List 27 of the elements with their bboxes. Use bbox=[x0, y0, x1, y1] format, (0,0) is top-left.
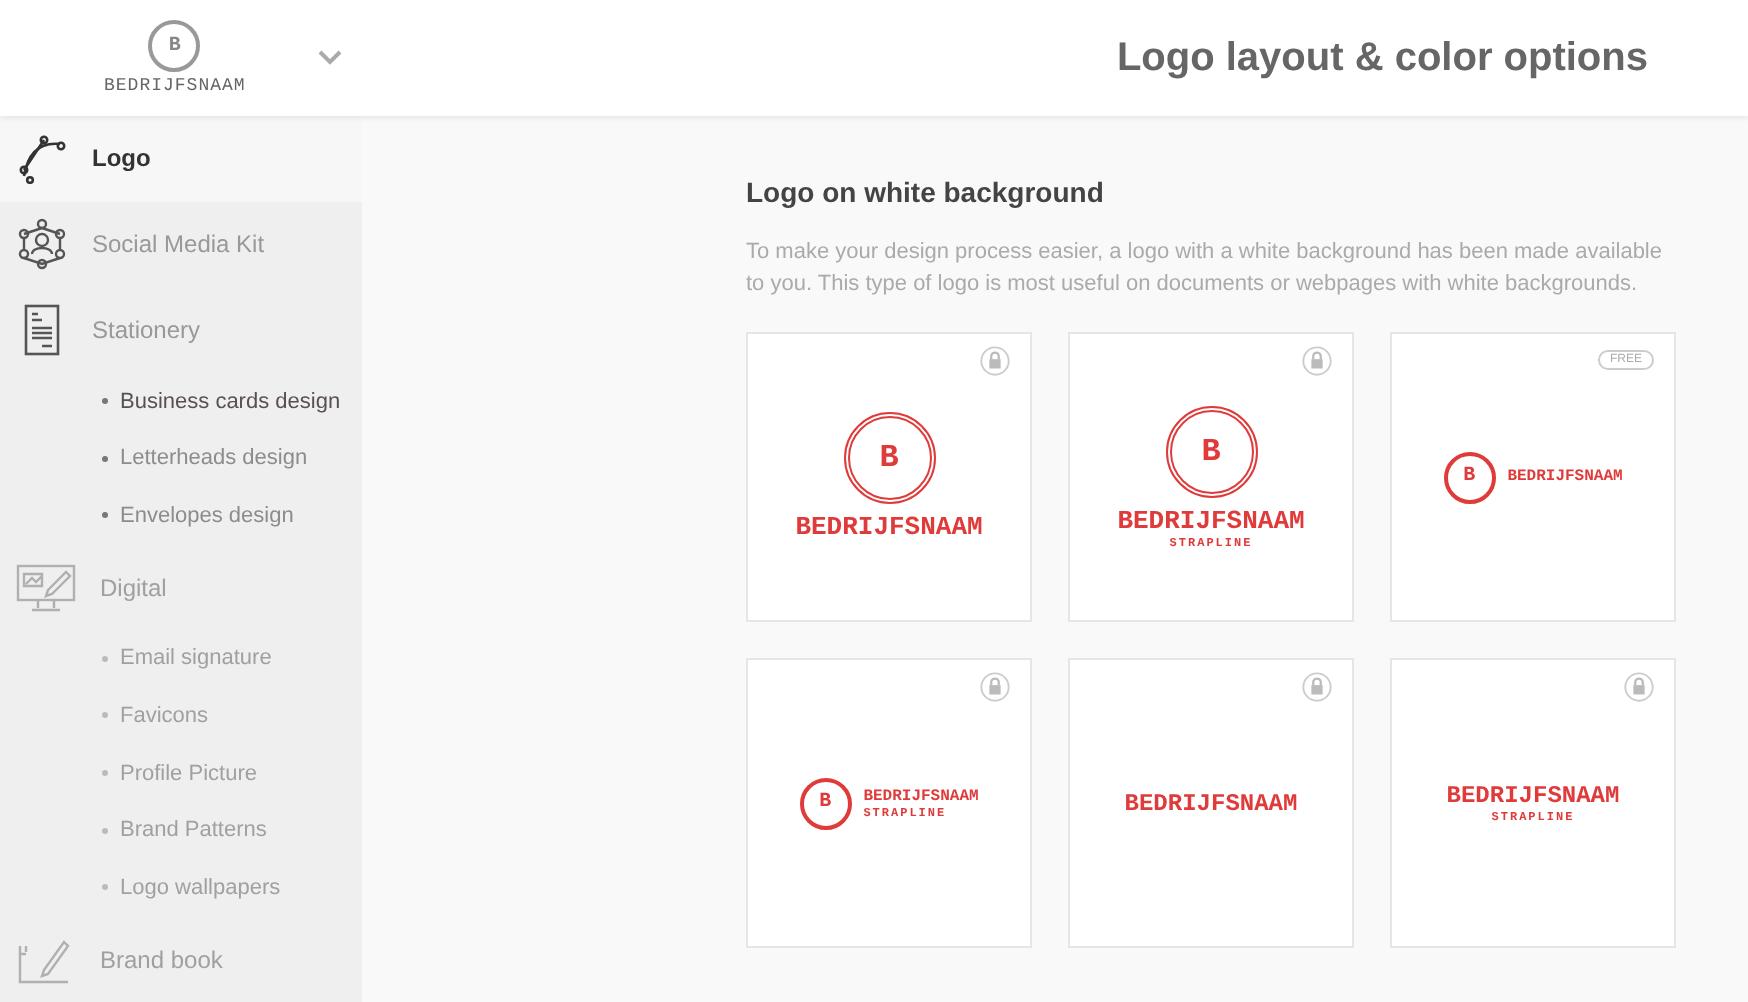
sidebar-subitem[interactable]: Letterheads design bbox=[0, 429, 362, 488]
logo-name: BEDRIJFSNAAM bbox=[795, 512, 983, 542]
logo-name: BEDRIJFSNAAM bbox=[1446, 782, 1620, 810]
section-description: To make your design process easier, a logo with a white background has been made available to you. This type of logo is most useful on documents or webpages with white backgrounds. bbox=[746, 238, 1664, 300]
emblem-icon: B bbox=[799, 777, 852, 829]
brand-name: BEDRIJFSNAAM bbox=[104, 76, 246, 96]
logo-card[interactable]: BEDRIJFSNAAM bbox=[1068, 658, 1354, 948]
sidebar-item[interactable]: Stationery bbox=[0, 287, 362, 373]
emblem-icon: B bbox=[1443, 451, 1496, 503]
logo-card[interactable]: B BEDRIJFSNAAM bbox=[746, 332, 1032, 622]
emblem-icon: B bbox=[1165, 405, 1257, 497]
network-icon bbox=[16, 218, 68, 271]
page-title: Logo layout & color options bbox=[1116, 35, 1648, 81]
sidebar-item[interactable]: Logo bbox=[0, 116, 362, 202]
section-heading: Logo on white background bbox=[746, 176, 1106, 208]
monitor-pen-icon bbox=[16, 561, 76, 614]
sidebar-subitem[interactable]: Business cards design bbox=[0, 372, 362, 430]
chevron-down-icon[interactable] bbox=[317, 50, 342, 66]
logo-name: BEDRIJFSNAAM bbox=[1507, 468, 1623, 486]
logo-name: BEDRIJFSNAAM bbox=[863, 787, 979, 805]
emblem-icon: B bbox=[148, 20, 201, 72]
logo-name: BEDRIJFSNAAM bbox=[1117, 505, 1305, 535]
logo-name: BEDRIJFSNAAM bbox=[1124, 789, 1298, 817]
sidebar-item[interactable]: Social Media Kit bbox=[0, 201, 362, 287]
sidebar-subitem[interactable]: Envelopes design bbox=[0, 487, 362, 545]
emblem-icon: B bbox=[843, 412, 935, 504]
bezier-curve-icon bbox=[16, 132, 68, 185]
